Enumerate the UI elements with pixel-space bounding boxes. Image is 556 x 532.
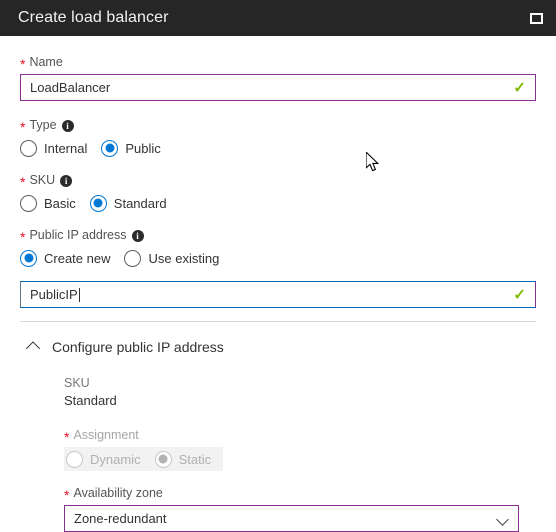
radio-icon xyxy=(20,249,37,267)
required-asterisk: * xyxy=(20,228,26,245)
radio-icon xyxy=(124,249,142,267)
sku-label-text: SKU xyxy=(29,173,56,187)
availability-zone-value: Zone-redundant xyxy=(74,511,167,526)
page-title: Create load balancer xyxy=(18,9,169,26)
radio-sku-standard[interactable]: Standard xyxy=(89,194,167,212)
radio-assignment-static: Static xyxy=(154,450,212,468)
availability-zone-label: * Availability zone xyxy=(64,485,536,502)
type-radio-group: Internal Public xyxy=(20,137,536,159)
sku-label: * SKU i xyxy=(20,172,536,189)
required-asterisk: * xyxy=(20,55,26,72)
radio-label: Basic xyxy=(44,195,76,211)
public-ip-name-value: PublicIP xyxy=(30,287,78,302)
section-divider xyxy=(20,321,536,322)
radio-assignment-dynamic: Dynamic xyxy=(66,450,141,468)
public-ip-name-input[interactable]: PublicIP ✓ xyxy=(20,281,536,308)
field-public-ip-name: PublicIP ✓ xyxy=(0,281,556,308)
radio-label: Dynamic xyxy=(90,451,141,467)
radio-label: Use existing xyxy=(148,250,220,266)
radio-type-internal[interactable]: Internal xyxy=(20,139,88,157)
radio-type-public[interactable]: Public xyxy=(101,139,161,157)
radio-label: Public xyxy=(125,140,161,156)
field-sku: * SKU i Basic Standard xyxy=(0,172,556,214)
restore-window-button[interactable] xyxy=(526,8,546,28)
type-label: * Type i xyxy=(20,117,536,134)
availability-zone-dropdown[interactable]: Zone-redundant xyxy=(64,505,519,532)
required-asterisk: * xyxy=(20,118,26,135)
info-icon[interactable]: i xyxy=(60,174,73,187)
required-asterisk: * xyxy=(20,173,26,190)
public-ip-valid-icon: ✓ xyxy=(513,286,526,303)
name-label: * Name xyxy=(20,54,536,71)
field-public-ip-address: * Public IP address i Create new Use exi… xyxy=(0,227,556,269)
window-controls xyxy=(526,8,546,28)
type-label-text: Type xyxy=(29,118,57,132)
configure-public-ip-section-title: Configure public IP address xyxy=(52,339,224,355)
info-icon[interactable]: i xyxy=(61,119,74,132)
public-ip-address-label-text: Public IP address xyxy=(29,228,127,242)
assignment-label-text: Assignment xyxy=(73,428,139,442)
restore-window-icon xyxy=(529,12,543,24)
radio-icon xyxy=(20,194,37,212)
configure-public-ip-section-toggle[interactable]: Configure public IP address xyxy=(0,336,556,358)
public-ip-address-label: * Public IP address i xyxy=(20,227,536,244)
radio-icon xyxy=(154,450,172,468)
name-input[interactable]: LoadBalancer ✓ xyxy=(20,74,536,101)
field-name: * Name LoadBalancer ✓ xyxy=(0,54,556,101)
required-asterisk: * xyxy=(64,486,70,503)
sku-radio-group: Basic Standard xyxy=(20,192,536,214)
radio-icon xyxy=(66,450,83,468)
radio-public-ip-use-existing[interactable]: Use existing xyxy=(124,249,220,267)
radio-label: Create new xyxy=(44,250,111,266)
availability-zone-label-text: Availability zone xyxy=(73,486,163,500)
radio-label: Static xyxy=(178,451,212,467)
radio-label: Internal xyxy=(44,140,88,156)
radio-public-ip-create-new[interactable]: Create new xyxy=(20,249,111,267)
radio-label: Standard xyxy=(113,195,167,211)
radio-icon xyxy=(89,194,107,212)
public-ip-radio-group: Create new Use existing xyxy=(20,247,536,269)
field-configured-sku: SKU Standard xyxy=(0,375,556,410)
create-load-balancer-form: * Name LoadBalancer ✓ * Type i Internal … xyxy=(0,36,556,532)
chevron-up-icon xyxy=(25,341,41,356)
assignment-radio-group: Dynamic Static xyxy=(64,447,224,471)
assignment-label: * Assignment xyxy=(64,427,536,444)
field-assignment: * Assignment Dynamic Static xyxy=(0,427,556,471)
field-type: * Type i Internal Public xyxy=(0,117,556,159)
radio-icon xyxy=(20,139,37,157)
name-input-value: LoadBalancer xyxy=(30,80,111,95)
field-availability-zone: * Availability zone Zone-redundant xyxy=(0,485,556,532)
name-valid-icon: ✓ xyxy=(513,79,526,96)
name-label-text: Name xyxy=(29,55,63,69)
window-titlebar: Create load balancer xyxy=(0,0,556,36)
text-caret xyxy=(78,287,80,302)
info-icon[interactable]: i xyxy=(131,229,144,242)
configured-sku-value: Standard xyxy=(64,393,117,408)
chevron-down-icon xyxy=(496,513,509,526)
radio-icon xyxy=(101,139,119,157)
configured-sku-label: SKU xyxy=(64,376,90,390)
radio-sku-basic[interactable]: Basic xyxy=(20,194,76,212)
required-asterisk: * xyxy=(64,428,70,445)
